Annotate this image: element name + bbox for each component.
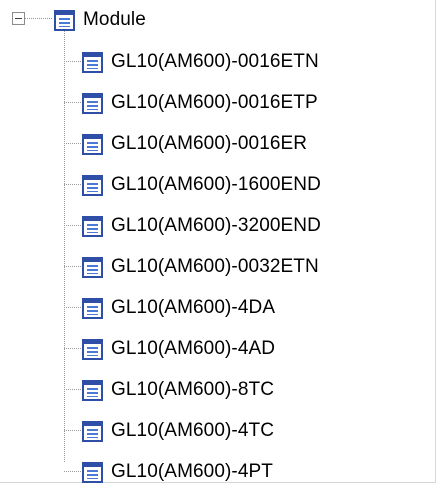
tree-item-module[interactable]: GL10(AM600)-4TC (82, 416, 274, 446)
tree-root-label: Module (83, 9, 146, 30)
document-icon (82, 379, 103, 401)
child-connector-line (64, 430, 81, 431)
tree-item-label: GL10(AM600)-0016ER (111, 133, 308, 154)
tree-item-module[interactable]: GL10(AM600)-0016ETN (82, 47, 319, 77)
child-connector-line (64, 266, 81, 267)
tree-item-module[interactable]: GL10(AM600)-0016ETP (82, 88, 318, 118)
tree-item-module[interactable]: GL10(AM600)-4AD (82, 334, 275, 364)
tree-item-module[interactable]: GL10(AM600)-0016ER (82, 129, 307, 159)
document-icon (82, 420, 103, 442)
child-connector-line (64, 225, 81, 226)
tree-item-label: GL10(AM600)-8TC (111, 379, 275, 400)
child-connector-line (64, 389, 81, 390)
document-icon (82, 256, 103, 278)
module-tree-view[interactable]: Module GL10(AM600)-0016ETN GL10(AM600)-00… (0, 0, 436, 483)
tree-item-label: GL10(AM600)-4TC (111, 420, 275, 441)
document-icon (82, 51, 103, 73)
child-connector-line (64, 348, 81, 349)
document-icon (54, 9, 75, 31)
document-icon (82, 133, 103, 155)
document-icon (82, 297, 103, 319)
document-icon (82, 215, 103, 237)
tree-item-label: GL10(AM600)-0016ETP (111, 92, 318, 113)
child-connector-line (64, 143, 81, 144)
document-icon (82, 461, 103, 483)
child-connector-line (64, 102, 81, 103)
tree-item-module[interactable]: GL10(AM600)-1600END (82, 170, 321, 200)
tree-item-module[interactable]: GL10(AM600)-0032ETN (82, 252, 319, 282)
document-icon (82, 92, 103, 114)
root-connector-line (25, 18, 53, 19)
tree-item-module[interactable]: GL10(AM600)-4DA (82, 293, 275, 323)
tree-item-label: GL10(AM600)-0032ETN (111, 256, 319, 277)
child-connector-line (64, 61, 81, 62)
document-icon (82, 338, 103, 360)
child-connector-line (64, 471, 81, 472)
tree-item-label: GL10(AM600)-4DA (111, 297, 276, 318)
tree-item-label: GL10(AM600)-3200END (111, 215, 321, 236)
child-vertical-connector (64, 31, 65, 462)
tree-root-module[interactable]: Module (54, 5, 146, 35)
child-connector-line (64, 184, 81, 185)
collapse-toggle-icon[interactable] (12, 12, 25, 25)
child-connector-line (64, 307, 81, 308)
tree-item-label: GL10(AM600)-0016ETN (111, 51, 319, 72)
tree-item-label: GL10(AM600)-4AD (111, 338, 276, 359)
document-icon (82, 174, 103, 196)
tree-item-label: GL10(AM600)-1600END (111, 174, 321, 195)
tree-item-module[interactable]: GL10(AM600)-8TC (82, 375, 274, 405)
tree-item-module[interactable]: GL10(AM600)-3200END (82, 211, 321, 241)
